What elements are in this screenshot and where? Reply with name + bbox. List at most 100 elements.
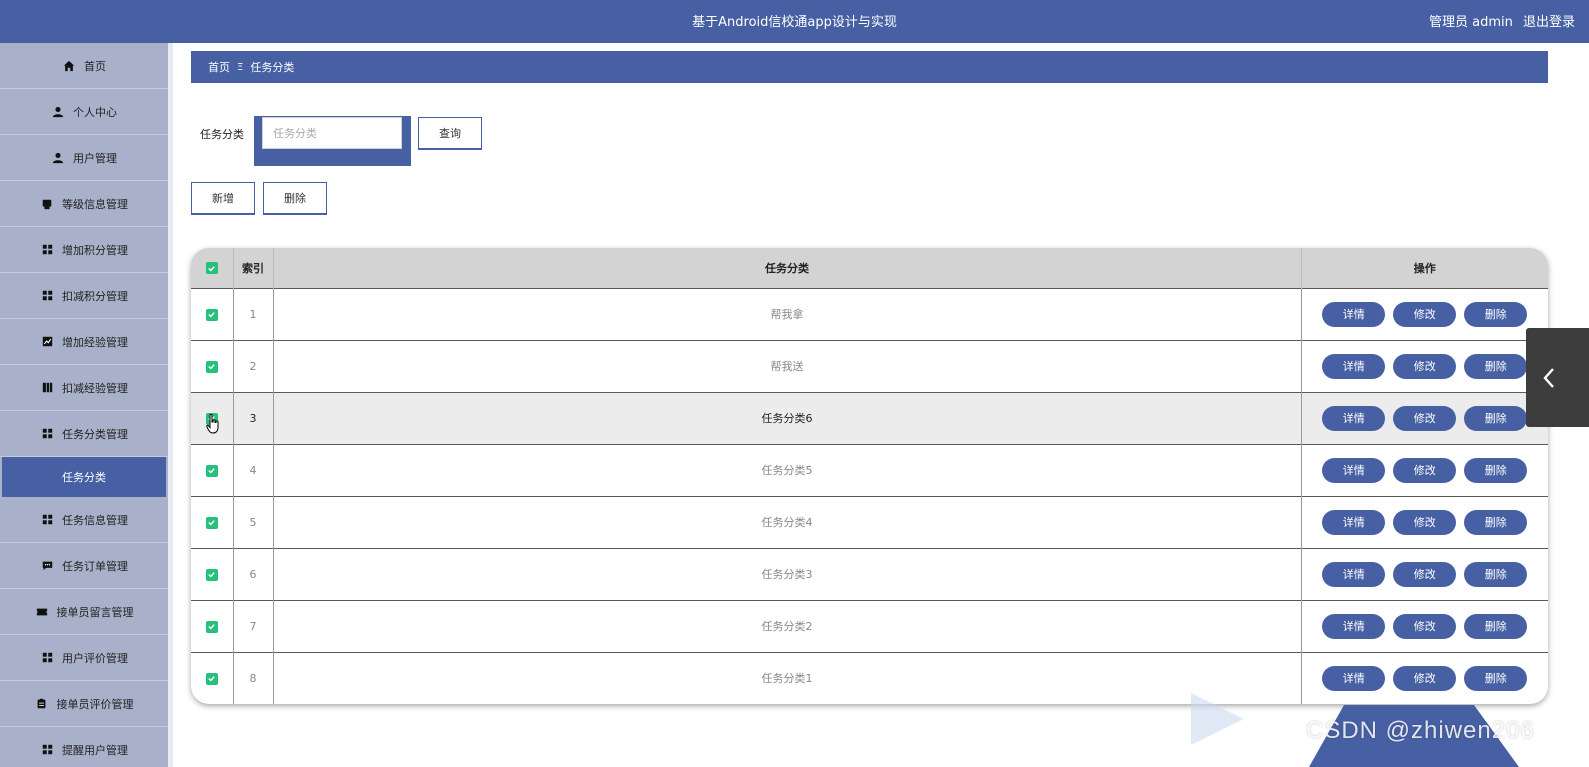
sidebar-item-label: 接单员评价管理 bbox=[56, 697, 134, 711]
delete-button[interactable]: 删除 bbox=[1464, 301, 1528, 327]
sidebar-item-6[interactable]: 增加经验管理 bbox=[0, 319, 168, 365]
table-header-row: 索引 任务分类 操作 bbox=[191, 248, 1548, 288]
edit-button[interactable]: 修改 bbox=[1393, 561, 1457, 587]
sidebar-item-8[interactable]: 任务分类管理 bbox=[0, 411, 168, 457]
detail-button[interactable]: 详情 bbox=[1322, 301, 1386, 327]
hand-cursor-icon bbox=[206, 414, 219, 434]
table-row[interactable]: 5 任务分类4 详情 修改 删除 bbox=[191, 496, 1548, 548]
clipboard-icon bbox=[35, 697, 49, 711]
edit-button[interactable]: 修改 bbox=[1393, 353, 1457, 379]
sidebar-item-label: 任务信息管理 bbox=[62, 513, 128, 527]
search-input[interactable] bbox=[262, 117, 402, 149]
chart-icon bbox=[40, 335, 54, 349]
delete-button[interactable]: 删除 bbox=[1464, 353, 1528, 379]
edit-button[interactable]: 修改 bbox=[1393, 457, 1457, 483]
detail-button[interactable]: 详情 bbox=[1322, 353, 1386, 379]
delete-button[interactable]: 删除 bbox=[1464, 509, 1528, 535]
detail-button[interactable]: 详情 bbox=[1322, 405, 1386, 431]
edit-button[interactable]: 修改 bbox=[1393, 301, 1457, 327]
delete-button[interactable]: 删除 bbox=[1464, 457, 1528, 483]
edit-button[interactable]: 修改 bbox=[1393, 613, 1457, 639]
logout-link[interactable]: 退出登录 bbox=[1523, 15, 1575, 30]
sidebar: 首页个人中心用户管理等级信息管理增加积分管理 扣减积分管理 增加经验管理 扣减经验管理… bbox=[0, 43, 168, 767]
sidebar-item-3[interactable]: 等级信息管理 bbox=[0, 181, 168, 227]
select-all-checkbox[interactable] bbox=[205, 262, 218, 275]
row-ops: 详情 修改 删除 bbox=[1301, 444, 1548, 496]
sidebar-item-label: 个人中心 bbox=[73, 105, 117, 119]
row-select-cell[interactable] bbox=[191, 548, 234, 600]
sidebar-item-12[interactable]: 接单员留言管理 bbox=[0, 589, 168, 635]
sidebar-item-7[interactable]: 扣减经验管理 bbox=[0, 365, 168, 411]
row-checkbox[interactable] bbox=[205, 620, 218, 633]
sidebar-item-10[interactable]: 任务信息管理 bbox=[0, 497, 168, 543]
printer-icon bbox=[40, 197, 54, 211]
breadcrumb-home[interactable]: 首页 bbox=[208, 59, 230, 75]
delete-button[interactable]: 删除 bbox=[1464, 665, 1528, 691]
row-select-cell[interactable] bbox=[191, 340, 234, 392]
sidebar-item-0[interactable]: 首页 bbox=[0, 43, 168, 89]
row-category: 帮我送 bbox=[273, 340, 1302, 392]
detail-button[interactable]: 详情 bbox=[1322, 457, 1386, 483]
row-select-cell[interactable] bbox=[191, 444, 234, 496]
batch-delete-button[interactable]: 删除 bbox=[263, 182, 327, 215]
sidebar-item-15[interactable]: 提醒用户管理 bbox=[0, 727, 168, 767]
row-index: 7 bbox=[233, 600, 274, 652]
delete-button[interactable]: 删除 bbox=[1464, 405, 1528, 431]
sidebar-item-label: 用户评价管理 bbox=[62, 651, 128, 665]
row-checkbox[interactable] bbox=[205, 464, 218, 477]
sidebar-item-1[interactable]: 个人中心 bbox=[0, 89, 168, 135]
detail-button[interactable]: 详情 bbox=[1322, 613, 1386, 639]
sidebar-item-11[interactable]: 任务订单管理 bbox=[0, 543, 168, 589]
detail-button[interactable]: 详情 bbox=[1322, 509, 1386, 535]
table-row[interactable]: 3 任务分类6 详情 修改 删除 bbox=[191, 392, 1548, 444]
app-title: 基于Android信校通app设计与实现 bbox=[692, 15, 897, 30]
sidebar-item-5[interactable]: 扣减积分管理 bbox=[0, 273, 168, 319]
table-row[interactable]: 7 任务分类2 详情 修改 删除 bbox=[191, 600, 1548, 652]
sidebar-item-label: 等级信息管理 bbox=[62, 197, 128, 211]
chat-icon bbox=[40, 559, 54, 573]
edit-button[interactable]: 修改 bbox=[1393, 405, 1457, 431]
row-checkbox[interactable] bbox=[205, 360, 218, 373]
sidebar-item-2[interactable]: 用户管理 bbox=[0, 135, 168, 181]
sidebar-item-label: 任务分类管理 bbox=[62, 427, 128, 441]
delete-button[interactable]: 删除 bbox=[1464, 613, 1528, 639]
table-row[interactable]: 8 任务分类1 详情 修改 删除 bbox=[191, 652, 1548, 704]
row-index: 8 bbox=[233, 652, 274, 704]
check-icon bbox=[208, 364, 215, 370]
sidebar-item-4[interactable]: 增加积分管理 bbox=[0, 227, 168, 273]
edit-button[interactable]: 修改 bbox=[1393, 509, 1457, 535]
csdn-watermark: CSDN @zhiwen206 bbox=[1306, 717, 1535, 744]
add-button[interactable]: 新增 bbox=[191, 182, 255, 215]
row-checkbox[interactable] bbox=[205, 568, 218, 581]
sidebar-item-label: 提醒用户管理 bbox=[62, 743, 128, 757]
row-select-cell[interactable] bbox=[191, 288, 234, 340]
row-checkbox[interactable] bbox=[205, 516, 218, 529]
sidebar-item-label: 任务订单管理 bbox=[62, 559, 128, 573]
row-ops: 详情 修改 删除 bbox=[1301, 288, 1548, 340]
row-checkbox[interactable] bbox=[205, 308, 218, 321]
header-select-all[interactable] bbox=[191, 248, 234, 288]
row-select-cell[interactable] bbox=[191, 496, 234, 548]
person-icon bbox=[51, 105, 65, 119]
row-category: 任务分类1 bbox=[273, 652, 1302, 704]
query-button[interactable]: 查询 bbox=[418, 117, 482, 150]
sidebar-item-14[interactable]: 接单员评价管理 bbox=[0, 681, 168, 727]
grid-icon bbox=[40, 651, 54, 665]
detail-button[interactable]: 详情 bbox=[1322, 665, 1386, 691]
sidebar-item-13[interactable]: 用户评价管理 bbox=[0, 635, 168, 681]
row-select-cell[interactable] bbox=[191, 652, 234, 704]
row-select-cell[interactable] bbox=[191, 600, 234, 652]
table-row[interactable]: 4 任务分类5 详情 修改 删除 bbox=[191, 444, 1548, 496]
row-checkbox[interactable] bbox=[205, 672, 218, 685]
row-ops: 详情 修改 删除 bbox=[1301, 496, 1548, 548]
side-panel-toggle[interactable] bbox=[1526, 328, 1589, 427]
table-row[interactable]: 6 任务分类3 详情 修改 删除 bbox=[191, 548, 1548, 600]
category-table: 索引 任务分类 操作 1 帮我拿 详情 修改 删除 2 帮我送 详情 修改 删除 3 任务分类6 详情修… bbox=[191, 248, 1548, 704]
edit-button[interactable]: 修改 bbox=[1393, 665, 1457, 691]
sidebar-item-9[interactable]: 任务分类 bbox=[2, 457, 166, 497]
detail-button[interactable]: 详情 bbox=[1322, 561, 1386, 587]
row-index: 6 bbox=[233, 548, 274, 600]
delete-button[interactable]: 删除 bbox=[1464, 561, 1528, 587]
table-row[interactable]: 1 帮我拿 详情 修改 删除 bbox=[191, 288, 1548, 340]
table-row[interactable]: 2 帮我送 详情 修改 删除 bbox=[191, 340, 1548, 392]
